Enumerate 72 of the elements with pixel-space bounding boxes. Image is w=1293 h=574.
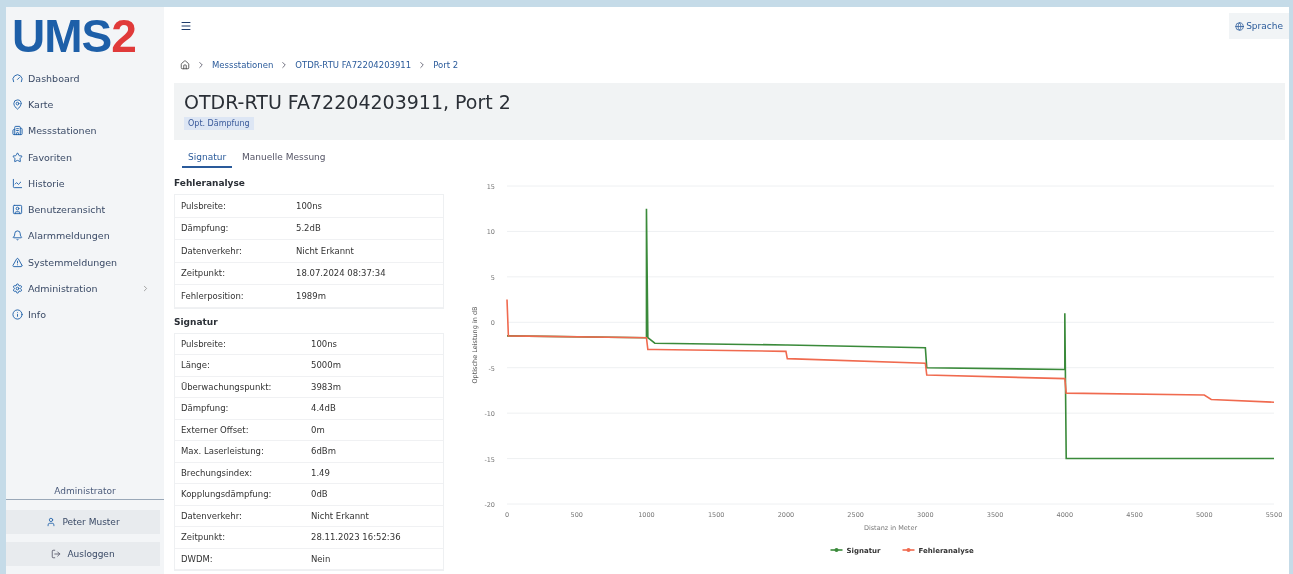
table-cell-text: Nicht Erkannt [296,245,355,256]
globe-icon [1235,21,1245,31]
table-cell-text: Datenverkehr: [181,510,243,521]
nav-icon [12,230,23,242]
sidebar-item[interactable]: Karte [6,91,164,118]
table-cell-text: Nein [311,553,332,564]
breadcrumb-link[interactable]: Port 2 [433,60,459,70]
home-icon[interactable] [180,60,190,70]
table-cell-text: Länge: [181,360,211,371]
page-title: OTDR-RTU FA72204203911, Port 2 [184,91,511,113]
tab[interactable]: Manuelle Messung [236,148,332,168]
table-cell-text: DWDM: [181,553,214,564]
table-cell-text: 1989m [296,290,327,301]
nav-icon [12,72,23,84]
table-cell-text: Pulsbreite: [181,338,227,349]
table-cell-text: 1.49 [311,467,331,478]
nav-icon [12,177,23,189]
table-cell-text: 6dBm [311,446,337,457]
table-cell-text: Nicht Erkannt [311,510,370,521]
table-cell-text: 28.11.2023 16:52:36 [311,532,402,543]
table-cell-text: 100ns [311,338,339,349]
breadcrumb-link[interactable]: Messstationen [212,60,274,70]
nav-icon [12,204,23,216]
nav-icon [12,98,23,110]
table-cell-text: Dämpfung: [181,403,230,414]
table-cell-text: 4.4dB [311,403,337,414]
role-label: Administrator [6,486,164,500]
sidebar-item[interactable]: Benutzeransicht [6,196,164,223]
table-cell-text: Zeitpunkt: [181,532,227,543]
logo: UMS2 [11,9,137,59]
nav-icon [12,125,23,137]
table-cell-text: Max. Laserleistung: [181,446,265,457]
table-cell-text: Fehlerposition: [181,290,245,301]
table-cell-text: Kopplungsdämpfung: [181,489,273,500]
chevron-icon [196,60,206,70]
tab[interactable]: Signatur [182,148,233,168]
table-cell-text: Datenverkehr: [181,245,243,256]
table-cell-text: Dämpfung: [181,223,230,234]
logout-icon [51,549,62,559]
table-cell-text: 18.07.2024 08:37:34 [296,268,387,279]
sidebar-item[interactable]: Favoriten [6,143,164,171]
breadcrumb-link[interactable]: OTDR-RTU FA72204203911 [295,60,412,70]
sidebar-item[interactable]: Systemmeldungen [6,249,164,276]
table-cell-text: 5.2dB [296,223,322,234]
table-cell-text: Überwachungspunkt: [181,381,273,392]
nav-icon [12,256,23,268]
table-cell-text: 0m [311,424,326,435]
nav-icon [12,151,23,163]
menu-icon[interactable] [180,20,192,32]
user-icon [46,517,57,527]
sidebar-item[interactable]: Info [6,301,164,328]
table-cell-text: 100ns [296,200,324,211]
table-cell-text: Zeitpunkt: [181,268,227,279]
table-cell-text: 5000m [311,360,342,371]
table-cell-text: 3983m [311,381,342,392]
table-cell-text: Externer Offset: [181,424,250,435]
logout-button[interactable]: Ausloggen [6,542,160,566]
table-cell-text: Brechungsindex: [181,467,254,478]
sidebar-item[interactable]: Historie [6,170,164,197]
sidebar-item[interactable]: Alarmmeldungen [6,222,164,250]
table-cell-text: Pulsbreite: [181,200,227,211]
section-title: Signatur [174,315,219,329]
sidebar-item[interactable]: Messstationen [6,117,164,144]
nav-icon [12,283,23,294]
sidebar-item[interactable]: Administration [6,275,164,302]
sidebar-item[interactable]: Dashboard [6,65,164,92]
tag: Opt. Dämpfung [184,117,254,130]
user-button[interactable]: Peter Muster [6,510,160,534]
table-cell-text: 0dB [311,489,329,500]
section-title: Fehleranalyse [174,177,246,190]
nav-icon [12,309,23,321]
language-button[interactable]: Sprache [1229,13,1289,39]
